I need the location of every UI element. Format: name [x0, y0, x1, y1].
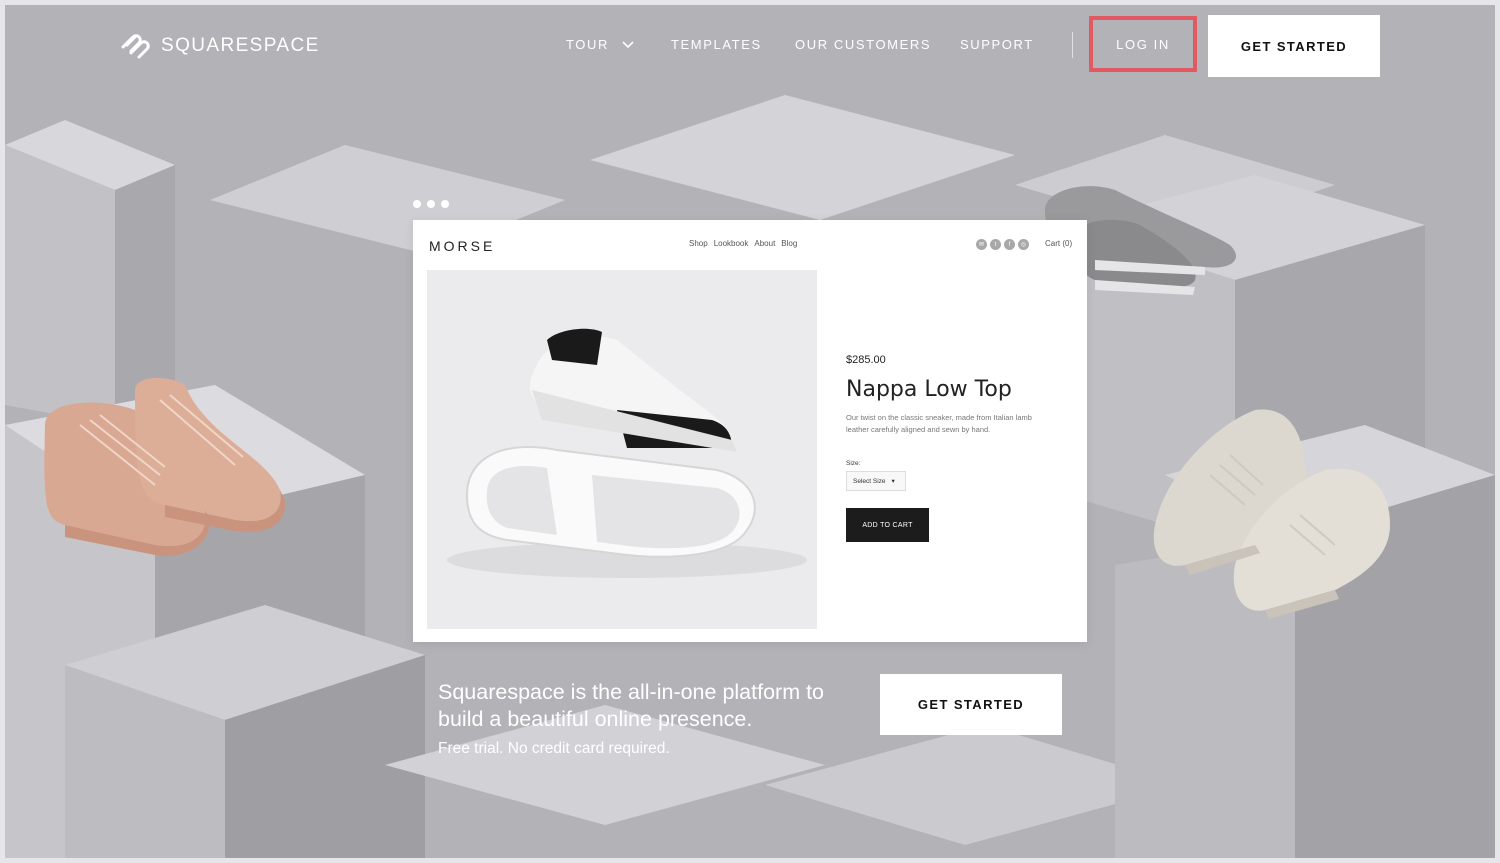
nav-tour-label: TOUR	[566, 37, 609, 52]
product-title: Nappa Low Top	[846, 377, 1012, 402]
brand-name: SQUARESPACE	[161, 35, 320, 56]
sneaker-illustration	[427, 270, 817, 629]
slider-dot[interactable]	[427, 200, 435, 208]
preview-nav-lookbook: Lookbook	[713, 239, 749, 248]
add-to-cart-button[interactable]: ADD TO CART	[846, 508, 929, 542]
email-icon: ✉	[976, 239, 987, 250]
get-started-button-header[interactable]: GET STARTED	[1208, 15, 1380, 77]
slider-dot[interactable]	[441, 200, 449, 208]
product-description: Our twist on the classic sneaker, made f…	[846, 413, 1032, 434]
product-price: $285.00	[846, 354, 886, 366]
nav-our-customers[interactable]: OUR CUSTOMERS	[795, 37, 931, 52]
login-button[interactable]: LOG IN	[1089, 16, 1197, 72]
squarespace-logo-icon	[121, 34, 150, 59]
preview-nav-shop: Shop	[689, 239, 708, 248]
nav-tour[interactable]: TOUR	[566, 37, 634, 52]
hero-subline: Free trial. No credit card required.	[438, 740, 670, 757]
preview-cart: Cart (0)	[1045, 239, 1073, 248]
product-image	[427, 270, 817, 629]
preview-social-icons: ✉ t f ◎	[976, 239, 1029, 250]
slider-dot[interactable]	[413, 200, 421, 208]
nav-templates[interactable]: TEMPLATES	[671, 37, 762, 52]
hero-tagline: Squarespace is the all-in-one platform t…	[438, 680, 825, 731]
twitter-icon: t	[990, 239, 1001, 250]
preview-nav-blog: Blog	[781, 239, 798, 248]
instagram-icon: ◎	[1018, 239, 1029, 250]
slider-dots	[413, 200, 449, 208]
size-select-value: Select Size	[853, 477, 886, 485]
page-frame: SQUARESPACE TOUR TEMPLATES OUR CUSTOMERS…	[5, 5, 1495, 858]
chevron-down-icon	[622, 41, 634, 49]
nav-support[interactable]: SUPPORT	[960, 37, 1034, 52]
size-label: Size:	[846, 460, 861, 467]
template-preview-card: MORSE Shop Lookbook About Blog ✉ t f ◎ C…	[413, 220, 1087, 642]
nav-divider	[1072, 32, 1073, 58]
size-select[interactable]: Select Size ▾	[846, 471, 906, 491]
preview-nav: Shop Lookbook About Blog	[689, 239, 797, 248]
caret-down-icon: ▾	[891, 478, 895, 485]
get-started-button-hero[interactable]: GET STARTED	[880, 674, 1062, 735]
preview-brand: MORSE	[429, 238, 496, 254]
preview-nav-about: About	[754, 239, 776, 248]
facebook-icon: f	[1004, 239, 1015, 250]
squarespace-logo[interactable]: SQUARESPACE	[119, 31, 320, 61]
